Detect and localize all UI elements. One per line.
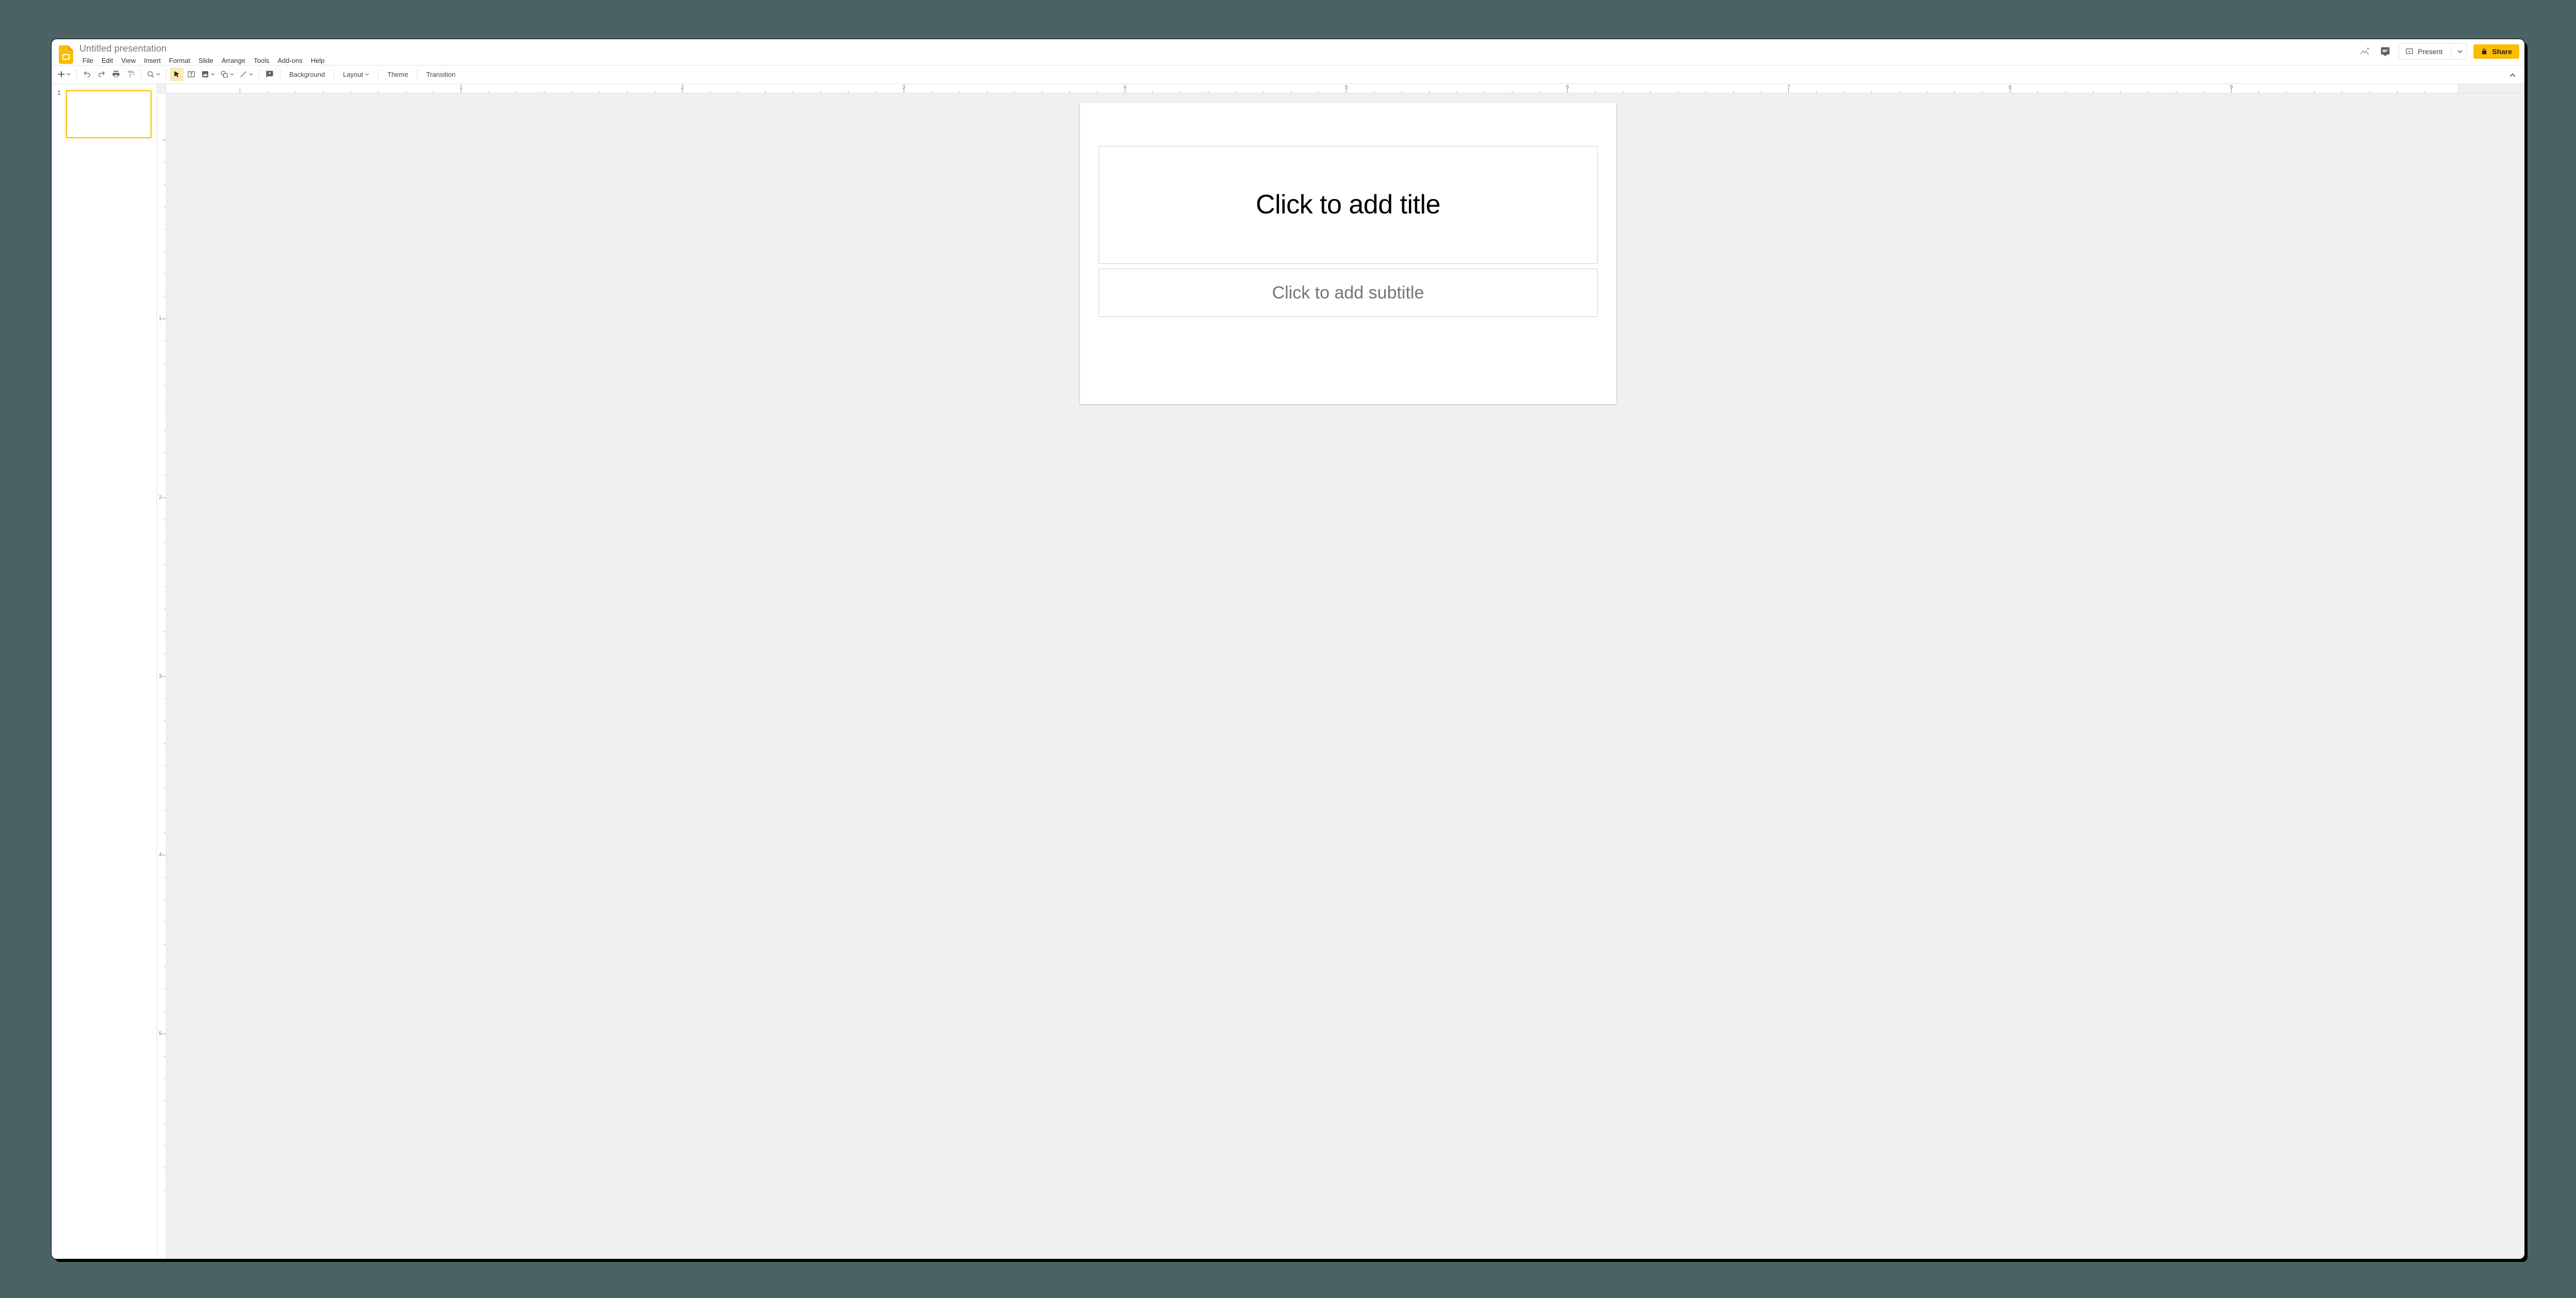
- chevron-down-icon: [249, 72, 253, 76]
- slide[interactable]: Click to add title Click to add subtitle: [1080, 103, 1616, 404]
- canvas[interactable]: Click to add title Click to add subtitle: [167, 93, 2524, 1259]
- horizontal-ruler[interactable]: 123456789: [157, 84, 2524, 93]
- title-actions: Present Share: [2357, 43, 2519, 60]
- image-tool[interactable]: [199, 68, 217, 81]
- layout-label: Layout: [343, 71, 363, 78]
- chevron-down-icon: [230, 72, 234, 76]
- chevron-down-icon: [365, 72, 369, 76]
- zoom-button[interactable]: [145, 68, 162, 81]
- menu-arrange[interactable]: Arrange: [218, 55, 250, 66]
- menu-bar: File Edit View Insert Format Slide Arran…: [78, 55, 329, 66]
- thumbnail-selected-wrap: [64, 88, 154, 140]
- theme-label: Theme: [387, 71, 408, 78]
- add-comment-button[interactable]: [263, 68, 276, 81]
- title-stack: Untitled presentation File Edit View Ins…: [78, 42, 329, 66]
- present-button[interactable]: Present: [2399, 43, 2467, 60]
- document-title[interactable]: Untitled presentation: [78, 43, 329, 55]
- title-placeholder[interactable]: Click to add title: [1099, 146, 1597, 263]
- background-label: Background: [289, 71, 325, 78]
- present-label: Present: [2418, 47, 2442, 56]
- app-window: Untitled presentation File Edit View Ins…: [52, 39, 2524, 1259]
- editor-body: 12345 Click to add title Click to add su…: [157, 93, 2524, 1259]
- title-placeholder-text: Click to add title: [1256, 189, 1440, 220]
- menu-format[interactable]: Format: [165, 55, 194, 66]
- main-area: 1 123456789 12345 Click to add title: [52, 84, 2524, 1259]
- toolbar: Background Layout Theme Transition: [52, 65, 2524, 84]
- chevron-down-icon: [67, 72, 71, 76]
- transition-label: Transition: [426, 71, 456, 78]
- slide-thumbnail-panel[interactable]: 1: [52, 84, 157, 1259]
- activity-icon[interactable]: [2357, 44, 2372, 59]
- menu-tools[interactable]: Tools: [250, 55, 273, 66]
- vertical-ruler[interactable]: 12345: [157, 93, 167, 1259]
- chevron-down-icon: [156, 72, 160, 76]
- layout-button[interactable]: Layout: [338, 68, 374, 81]
- menu-insert[interactable]: Insert: [140, 55, 165, 66]
- menu-file[interactable]: File: [78, 55, 97, 66]
- titlebar: Untitled presentation File Edit View Ins…: [52, 39, 2524, 65]
- subtitle-placeholder-text: Click to add subtitle: [1272, 283, 1424, 303]
- separator: [166, 69, 167, 79]
- chevron-up-icon: [2509, 72, 2516, 78]
- ruler-right-pad: [2457, 84, 2524, 93]
- new-slide-button[interactable]: [56, 68, 73, 81]
- menu-edit[interactable]: Edit: [97, 55, 117, 66]
- comments-icon[interactable]: [2378, 44, 2392, 59]
- separator: [76, 69, 77, 79]
- menu-view[interactable]: View: [117, 55, 140, 66]
- line-tool[interactable]: [237, 68, 255, 81]
- print-button[interactable]: [109, 68, 123, 81]
- textbox-tool[interactable]: [185, 68, 198, 81]
- select-tool[interactable]: [170, 68, 184, 81]
- ruler-corner: [157, 84, 167, 93]
- share-label: Share: [2492, 47, 2512, 56]
- shape-tool[interactable]: [218, 68, 236, 81]
- thumbnail-index: 1: [55, 89, 61, 96]
- thumbnail-slide-1[interactable]: [66, 90, 152, 138]
- menu-slide[interactable]: Slide: [194, 55, 218, 66]
- slides-app-icon[interactable]: [57, 43, 75, 66]
- paint-format-button[interactable]: [124, 68, 137, 81]
- separator: [417, 69, 418, 79]
- editor: 123456789 12345 Click to add title Click…: [157, 84, 2524, 1259]
- transition-button[interactable]: Transition: [421, 68, 461, 81]
- chevron-down-icon[interactable]: [2457, 49, 2463, 54]
- theme-button[interactable]: Theme: [382, 68, 413, 81]
- subtitle-placeholder[interactable]: Click to add subtitle: [1099, 269, 1597, 317]
- thumbnail-row[interactable]: 1: [55, 88, 154, 140]
- collapse-toolbar-button[interactable]: [2506, 69, 2519, 82]
- undo-button[interactable]: [80, 68, 94, 81]
- redo-button[interactable]: [95, 68, 108, 81]
- background-button[interactable]: Background: [284, 68, 330, 81]
- menu-help[interactable]: Help: [307, 55, 329, 66]
- menu-addons[interactable]: Add-ons: [273, 55, 306, 66]
- share-button[interactable]: Share: [2473, 44, 2519, 59]
- lock-icon: [2481, 48, 2488, 55]
- chevron-down-icon: [211, 72, 215, 76]
